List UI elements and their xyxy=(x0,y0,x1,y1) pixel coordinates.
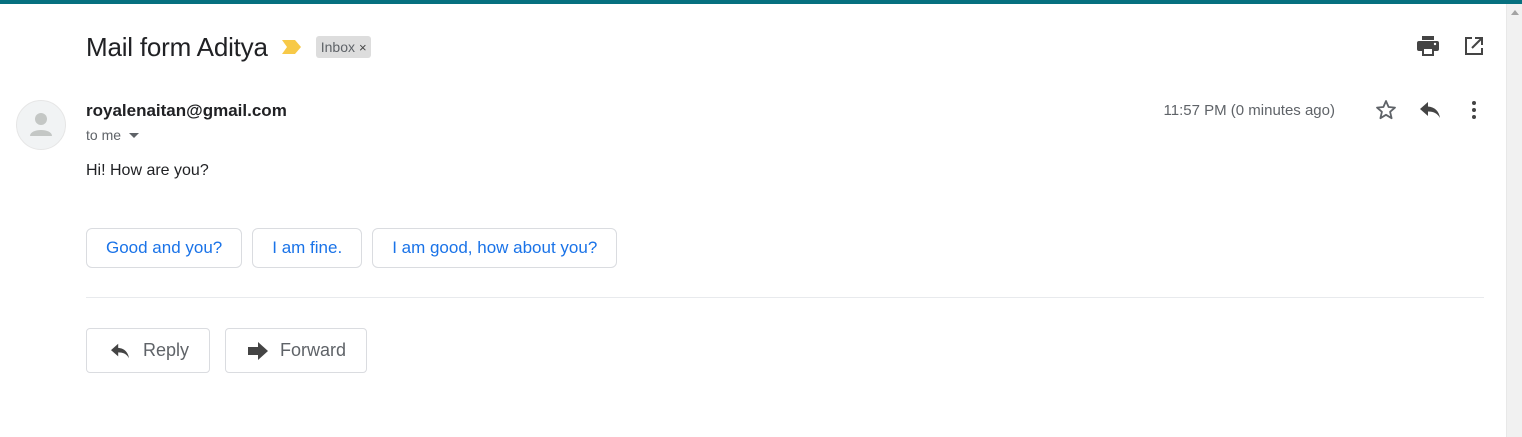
recipient-details-toggle[interactable]: to me xyxy=(86,127,140,143)
sender-avatar[interactable] xyxy=(16,100,66,150)
forward-icon xyxy=(248,341,269,360)
reply-label: Reply xyxy=(143,340,190,360)
label-text: Inbox xyxy=(320,39,355,55)
divider xyxy=(86,297,1484,298)
reply-button[interactable]: Reply xyxy=(86,328,211,373)
forward-button[interactable]: Forward xyxy=(225,328,368,373)
recipient-text: to me xyxy=(86,127,122,143)
message-action-buttons: Reply Forward xyxy=(86,328,368,373)
header-actions xyxy=(1416,34,1486,58)
sender-email[interactable]: royalenaitan@gmail.com xyxy=(86,101,287,121)
message-body: Hi! How are you? xyxy=(86,162,209,179)
message-time: 11:57 PM (0 minutes ago) xyxy=(1163,102,1335,119)
smart-reply-button[interactable]: I am good, how about you? xyxy=(372,228,618,268)
smart-reply-button[interactable]: I am fine. xyxy=(252,228,363,268)
smart-reply-button[interactable]: Good and you? xyxy=(86,228,243,268)
reply-icon[interactable] xyxy=(1418,98,1442,122)
subject-row: Mail form Aditya Inbox × xyxy=(86,28,371,66)
forward-label: Forward xyxy=(280,340,347,360)
top-accent-bar xyxy=(0,0,1522,4)
email-subject: Mail form Aditya xyxy=(86,31,268,62)
caret-down-icon xyxy=(129,132,140,138)
message-actions xyxy=(1374,98,1486,122)
more-vert-icon[interactable] xyxy=(1462,98,1486,122)
print-icon[interactable] xyxy=(1416,34,1440,58)
importance-marker-icon[interactable] xyxy=(281,40,302,54)
reply-icon xyxy=(109,342,131,360)
smart-replies: Good and you? I am fine. I am good, how … xyxy=(86,228,618,268)
remove-label-icon[interactable]: × xyxy=(359,40,367,55)
vertical-scrollbar[interactable] xyxy=(1506,4,1522,437)
default-person-icon xyxy=(30,113,52,136)
open-in-new-window-icon[interactable] xyxy=(1462,34,1486,58)
star-icon[interactable] xyxy=(1374,98,1398,122)
inbox-label-chip: Inbox × xyxy=(315,36,371,58)
scroll-up-icon[interactable] xyxy=(1511,10,1519,15)
